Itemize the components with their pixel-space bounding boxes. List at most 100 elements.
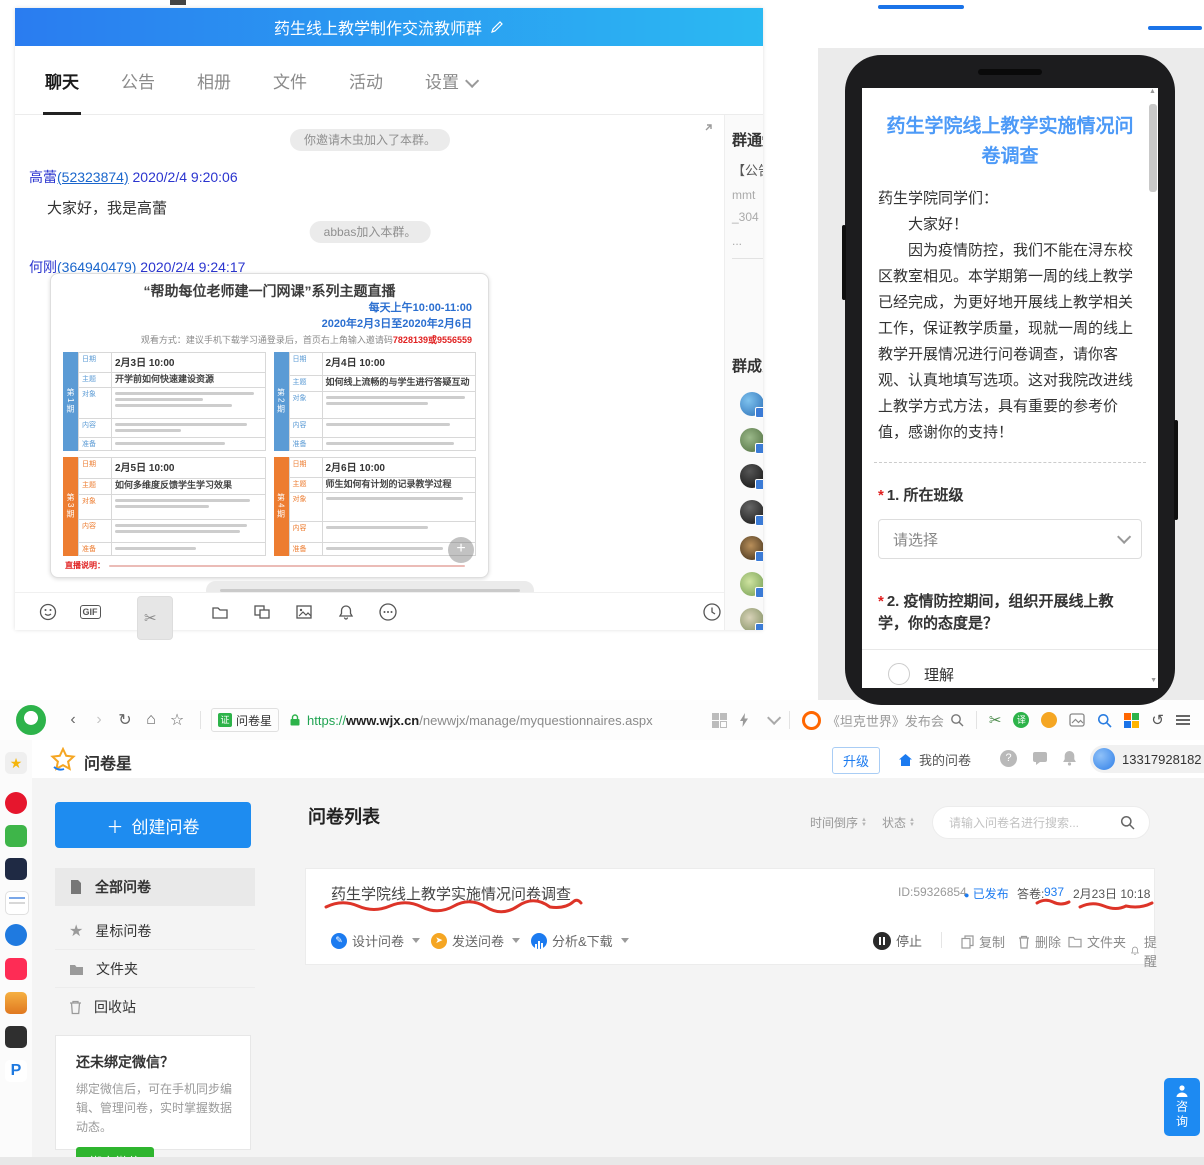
member-avatar[interactable] xyxy=(740,500,763,524)
copy-button[interactable]: 复制 xyxy=(961,932,1005,951)
member-avatar[interactable] xyxy=(740,572,763,596)
zoom-in-icon[interactable]: + xyxy=(448,537,474,563)
browser-logo[interactable] xyxy=(16,705,46,735)
class-select[interactable]: 请选择 xyxy=(878,519,1142,559)
scroll-down-icon[interactable]: ▼ xyxy=(1150,677,1157,684)
emoji-icon[interactable] xyxy=(37,601,59,623)
forward-button[interactable]: › xyxy=(86,711,112,729)
poster-note: 直播说明： xyxy=(65,560,465,571)
message-text: 大家好，我是高蕾 xyxy=(47,197,167,218)
scrollbar-thumb[interactable] xyxy=(1149,104,1157,192)
home-button[interactable]: ⌂ xyxy=(138,711,164,729)
address-url[interactable]: https://www.wjx.cn/newwjx/manage/myquest… xyxy=(307,713,653,728)
sidebar-item-all-surveys[interactable]: 全部问卷 xyxy=(55,868,255,906)
scroll-up-icon[interactable]: ▲ xyxy=(1148,88,1157,95)
upgrade-button[interactable]: 升级 xyxy=(832,747,880,774)
notice-tag[interactable]: 【公告】 xyxy=(732,160,763,179)
chevron-down-icon[interactable] xyxy=(767,711,781,725)
pencil-icon: ✎ xyxy=(331,933,347,949)
refresh-button[interactable]: ↻ xyxy=(112,710,138,730)
member-avatar[interactable] xyxy=(740,608,763,630)
menu-hamburger-icon[interactable] xyxy=(1176,713,1190,727)
sender-qq-link[interactable]: (52323874) xyxy=(57,169,129,185)
back-button[interactable]: ‹ xyxy=(60,711,86,729)
sort-by-status[interactable]: 状态▲▼ xyxy=(882,814,915,831)
document-icon[interactable] xyxy=(5,891,29,915)
message-history-clock-icon[interactable] xyxy=(701,601,723,623)
sender-name[interactable]: 何刚 xyxy=(29,259,57,275)
help-icon[interactable]: ? xyxy=(1000,750,1017,767)
translate-extension-icon[interactable]: 译 xyxy=(1013,712,1029,728)
design-survey-button[interactable]: ✎ 设计问卷 xyxy=(331,931,420,950)
tab-announcement[interactable]: 公告 xyxy=(121,68,155,93)
shared-poster-image[interactable]: “帮助每位老师建一门网课”系列主题直播 每天上午10:00-11:00 2020… xyxy=(50,273,489,578)
sidebar-item-trash[interactable]: 回收站 xyxy=(55,988,255,1026)
history-restore-icon[interactable]: ↺ xyxy=(1151,711,1164,729)
search-icon[interactable] xyxy=(950,713,964,727)
weibo-icon[interactable] xyxy=(5,792,27,814)
favorite-star-button[interactable]: ☆ xyxy=(164,710,190,730)
tab-album[interactable]: 相册 xyxy=(197,68,231,93)
wjx-brand[interactable]: 问卷星 xyxy=(84,750,132,774)
tab-settings[interactable]: 设置 xyxy=(425,68,475,93)
app-icon-dark[interactable] xyxy=(5,858,27,880)
tab-chat[interactable]: 聊天 xyxy=(45,68,79,93)
my-surveys-link[interactable]: 我的问卷 xyxy=(898,750,971,769)
wjx-logo-icon[interactable] xyxy=(50,747,76,773)
radio-icon[interactable] xyxy=(888,663,910,685)
poster-schedule-grid: 第1期 日期2月3日 10:00 主题开学前如何快速建设资源 对象 内容 准备 … xyxy=(63,352,476,556)
survey-row: 药生学院线上教学实施情况问卷调查 ID:59326854 ● 已发布 答卷: 9… xyxy=(305,868,1155,965)
game-icon-orange[interactable] xyxy=(5,992,27,1014)
screenshot-scissors-icon[interactable]: ✂ xyxy=(137,596,173,640)
move-to-folder-button[interactable]: 文件夹 xyxy=(1068,932,1126,951)
xiaohongshu-icon[interactable] xyxy=(5,958,27,980)
chat-app-icon[interactable] xyxy=(5,924,27,946)
sidebar-item-folders[interactable]: 文件夹 xyxy=(55,950,255,988)
member-avatar[interactable] xyxy=(740,428,763,452)
browser-search-box[interactable]: 《坦克世界》发布会 xyxy=(802,711,964,730)
lightning-icon[interactable] xyxy=(739,713,749,727)
feedback-icon[interactable] xyxy=(1032,751,1048,766)
consult-floating-button[interactable]: 咨询 xyxy=(1164,1078,1200,1136)
find-icon[interactable] xyxy=(1097,713,1112,728)
screenshot-tool-icon[interactable]: ✂ xyxy=(989,711,1002,729)
tab-files[interactable]: 文件 xyxy=(273,68,307,93)
search-input[interactable] xyxy=(947,815,1112,831)
gif-icon[interactable]: GIF xyxy=(79,601,101,623)
survey-search-box[interactable] xyxy=(932,806,1150,839)
scrollbar[interactable]: ▲ ▼ xyxy=(1148,88,1157,688)
game-icon-dark[interactable] xyxy=(5,1026,27,1048)
member-avatar[interactable] xyxy=(740,392,763,416)
mail-icon[interactable] xyxy=(5,825,27,847)
notification-bell-icon[interactable] xyxy=(1062,750,1077,766)
search-icon[interactable] xyxy=(1120,815,1135,830)
send-file-folder-icon[interactable] xyxy=(209,601,231,623)
sidebar-item-starred[interactable]: ★ 星标问卷 xyxy=(55,912,255,950)
sender-name[interactable]: 高蕾 xyxy=(29,169,57,185)
member-avatar[interactable] xyxy=(740,536,763,560)
snapshot-icon[interactable] xyxy=(1069,713,1085,727)
qr-code-icon[interactable] xyxy=(712,713,727,728)
sort-by-time[interactable]: 时间倒序▲▼ xyxy=(810,814,867,831)
account-menu[interactable]: 13317928182 xyxy=(1090,745,1204,773)
expand-chat-icon[interactable] xyxy=(699,123,713,137)
apps-grid-icon[interactable] xyxy=(1124,713,1139,728)
screen-share-icon[interactable] xyxy=(251,601,273,623)
remind-button[interactable]: 提醒 xyxy=(1131,932,1161,970)
more-options-icon[interactable] xyxy=(377,601,399,623)
tab-activity[interactable]: 活动 xyxy=(349,68,383,93)
shield-extension-icon[interactable] xyxy=(1041,712,1057,728)
stop-button[interactable]: 停止 xyxy=(873,931,922,950)
member-avatar[interactable] xyxy=(740,464,763,488)
favorites-star-icon[interactable]: ★ xyxy=(5,752,27,774)
delete-button[interactable]: 删除 xyxy=(1018,932,1061,951)
analyze-download-button[interactable]: 分析&下载 xyxy=(531,931,629,950)
site-verified-badge[interactable]: 证 问卷星 xyxy=(211,708,279,732)
p-app-icon[interactable]: P xyxy=(5,1060,27,1082)
edit-title-icon[interactable] xyxy=(490,20,504,34)
bell-icon[interactable] xyxy=(335,601,357,623)
option-understand[interactable]: 理解 xyxy=(862,650,1158,688)
send-survey-button[interactable]: ➤ 发送问卷 xyxy=(431,931,520,950)
create-survey-button[interactable]: ＋ 创建问卷 xyxy=(55,802,251,848)
image-icon[interactable] xyxy=(293,601,315,623)
